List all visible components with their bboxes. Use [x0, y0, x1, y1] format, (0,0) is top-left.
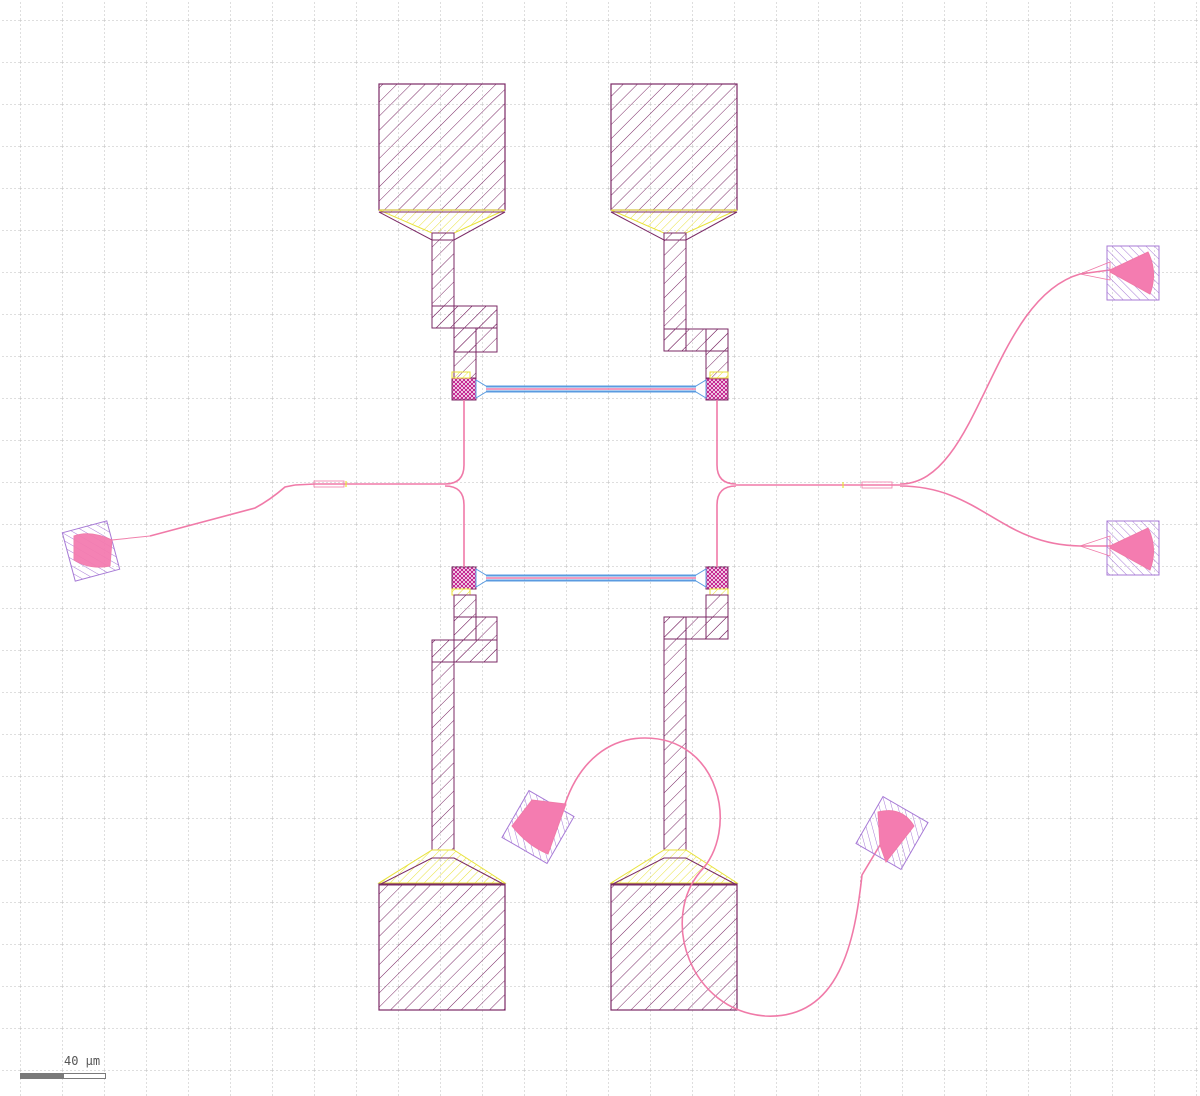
bond-pad-top-left[interactable] [378, 83, 506, 241]
scale-bar: 40 μm [20, 1054, 106, 1082]
scale-bar-dark-segment [20, 1073, 63, 1079]
scale-bar-label: 40 μm [64, 1054, 101, 1068]
bond-pad-bottom-left[interactable] [377, 849, 507, 1011]
grid-background [0, 0, 1200, 1096]
layout-canvas[interactable] [0, 0, 1200, 1096]
scale-bar-light-segment [63, 1073, 106, 1079]
bond-pad-bottom-right[interactable] [609, 849, 739, 1011]
bond-pad-top-right[interactable] [610, 83, 738, 241]
